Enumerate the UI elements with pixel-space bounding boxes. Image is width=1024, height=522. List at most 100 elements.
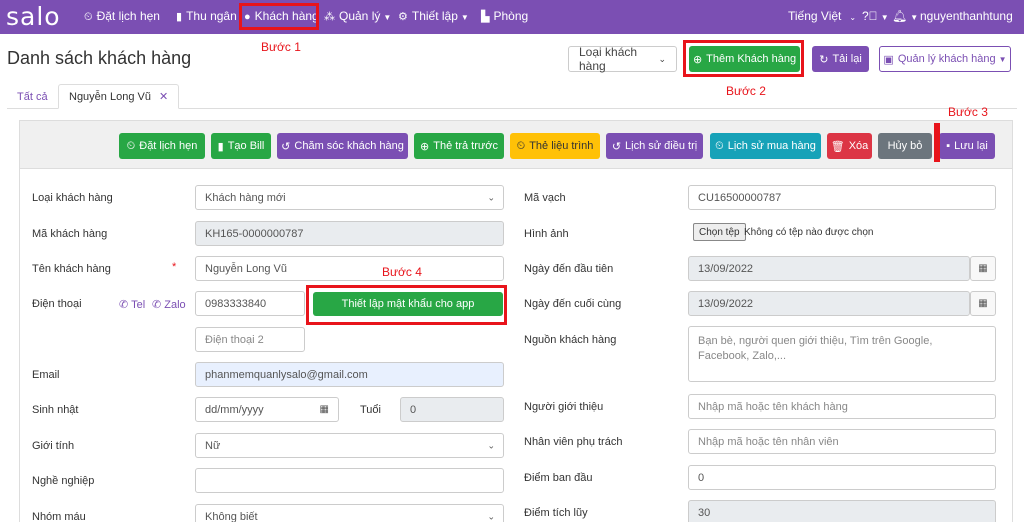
nav-label: Phòng: [493, 9, 529, 23]
step1-highlight: [239, 3, 319, 30]
customer-code-label: Mã khách hàng: [32, 228, 108, 240]
tab-label: Nguyễn Long Vũ: [69, 90, 151, 103]
save-button[interactable]: ▪ Lưu lại: [939, 133, 995, 159]
barcode-field[interactable]: CU16500000787: [688, 185, 996, 210]
tel-link[interactable]: ✆ Tel: [119, 298, 145, 311]
age-label: Tuổi: [360, 404, 381, 416]
select-value: Không biết: [205, 510, 258, 522]
tab-all[interactable]: Tất cả: [7, 84, 58, 109]
treatment-history-button[interactable]: ↺ Lịch sử điều trị: [606, 133, 703, 159]
calendar-icon[interactable]: ▦: [320, 404, 329, 415]
calendar-icon[interactable]: ▦: [970, 256, 996, 281]
select-value: Khách hàng mới: [205, 191, 286, 204]
blood-type-select[interactable]: Không biết ⌄: [195, 504, 504, 522]
link-label: Tel: [131, 299, 146, 311]
button-label: Lưu lại: [954, 140, 988, 152]
zalo-link[interactable]: ✆ Zalo: [152, 298, 186, 311]
delete-button[interactable]: 🗑︎ Xóa: [827, 133, 872, 159]
clock-icon: ⏲: [84, 11, 93, 23]
phone2-field[interactable]: Điện thoại 2: [195, 327, 305, 352]
caret-down-icon: ▼: [998, 54, 1007, 64]
nav-rooms[interactable]: ▙ Phòng: [481, 9, 528, 23]
nav-cashier[interactable]: ▮ Thu ngân: [176, 9, 237, 23]
chevron-down-icon: ⌄: [849, 13, 857, 22]
gender-select[interactable]: Nữ ⌄: [195, 433, 504, 458]
clock-icon: ⏲: [516, 139, 526, 152]
question-icon: ?⃝: [862, 9, 878, 23]
button-label: Lịch sử mua hàng: [727, 140, 816, 152]
page-title: Danh sách khách hàng: [7, 48, 192, 68]
create-bill-button[interactable]: ▮ Tạo Bill: [211, 133, 271, 159]
filter-label: Loại khách hàng: [579, 45, 638, 73]
customer-name-label: Tên khách hàng: [32, 263, 111, 275]
book-icon: ▮: [176, 11, 183, 23]
initial-points-field[interactable]: 0: [688, 465, 996, 490]
job-field[interactable]: [195, 468, 504, 493]
language-select[interactable]: Tiếng Việt ⌄: [788, 9, 856, 23]
tab-customer[interactable]: Nguyễn Long Vũ ✕: [58, 84, 180, 109]
button-label: Lịch sử điều trị: [625, 140, 698, 152]
nav-label: Đặt lịch hẹn: [96, 9, 160, 23]
link-label: Zalo: [164, 299, 186, 311]
step2-highlight: [683, 40, 804, 77]
customer-type-select[interactable]: Khách hàng mới ⌄: [195, 185, 504, 210]
manage-customers-dropdown[interactable]: ▣ Quản lý khách hàng ▼: [879, 46, 1011, 72]
customer-care-button[interactable]: ↺ Chăm sóc khách hàng: [277, 133, 408, 159]
salo-logo[interactable]: salo: [6, 2, 61, 31]
customer-name-field[interactable]: Nguyễn Long Vũ: [195, 256, 504, 281]
accumulated-points-field: 30: [688, 500, 996, 522]
choose-file-button[interactable]: Chọn tệp: [693, 223, 746, 241]
referrer-label: Người giới thiệu: [524, 401, 604, 413]
chevron-down-icon: ⌄: [487, 440, 495, 450]
top-navbar: salo ⏲ Đặt lịch hẹn ▮ Thu ngân ● Khách hàng…: [0, 0, 1024, 34]
source-textarea[interactable]: Bạn bè, người quen giới thiệu, Tìm trên …: [688, 326, 996, 382]
reload-button[interactable]: ↻ Tải lại: [812, 46, 869, 72]
trash-icon: 🗑︎: [830, 140, 845, 153]
caret-down-icon: ▼: [383, 13, 392, 22]
calendar-icon[interactable]: ▦: [970, 291, 996, 316]
save-icon: ▪: [946, 140, 951, 152]
image-label: Hình ảnh: [524, 228, 569, 240]
step3-label: Bước 3: [948, 105, 988, 119]
referrer-field[interactable]: Nhập mã hoặc tên khách hàng: [688, 394, 996, 419]
language-label: Tiếng Việt: [788, 9, 842, 23]
reload-icon: ↻: [819, 53, 829, 66]
button-label: Đặt lịch hẹn: [139, 140, 198, 152]
nav-label: Quản lý: [339, 9, 381, 23]
button-label: Thẻ trả trước: [433, 140, 498, 152]
purchase-history-button[interactable]: ⏲ Lịch sử mua hàng: [710, 133, 821, 159]
treatment-card-button[interactable]: ⏲ Thẻ liệu trình: [510, 133, 600, 159]
button-label: Tải lại: [832, 53, 862, 65]
first-visit-field: 13/09/2022: [688, 256, 970, 281]
nav-appointments[interactable]: ⏲ Đặt lịch hẹn: [84, 9, 160, 24]
birthday-field[interactable]: dd/mm/yyyy ▦: [195, 397, 339, 422]
clock-icon: ⏲: [715, 139, 724, 152]
prepaid-card-button[interactable]: ⊕ Thẻ trả trước: [414, 133, 504, 159]
nav-settings[interactable]: ⚙ Thiết lập ▼: [398, 9, 469, 23]
phone-field[interactable]: 0983333840: [195, 291, 305, 316]
customer-type-label: Loại khách hàng: [32, 192, 113, 204]
notification-menu[interactable]: 🔔︎ ▼: [892, 9, 918, 23]
customer-type-filter[interactable]: Loại khách hàng ⌄: [568, 45, 677, 73]
cancel-button[interactable]: Hủy bỏ: [878, 133, 932, 159]
birthday-label: Sinh nhật: [32, 404, 79, 416]
cubes-icon: ⁂: [324, 11, 335, 23]
close-icon[interactable]: ✕: [159, 90, 168, 103]
phone-label: Điện thoại: [32, 298, 82, 310]
user-menu[interactable]: nguyenthanhtung: [920, 9, 1013, 23]
age-field: 0: [400, 397, 504, 422]
email-field[interactable]: phanmemquanlysalo@gmail.com: [195, 362, 504, 387]
nav-management[interactable]: ⁂ Quản lý ▼: [324, 9, 391, 23]
staff-field[interactable]: Nhập mã hoặc tên nhân viên: [688, 429, 996, 454]
button-label: Tạo Bill: [227, 140, 265, 152]
book-appointment-button[interactable]: ⏲ Đặt lịch hẹn: [119, 133, 205, 159]
caret-down-icon: ▼: [880, 13, 889, 22]
help-menu[interactable]: ?⃝ ▼: [862, 9, 889, 23]
first-visit-label: Ngày đến đầu tiên: [524, 263, 614, 275]
chevron-down-icon: ⌄: [487, 192, 495, 202]
step1-label: Bước 1: [261, 40, 301, 54]
step4-label: Bước 4: [382, 265, 422, 279]
source-label: Nguồn khách hàng: [524, 334, 617, 346]
staff-label: Nhân viên phụ trách: [524, 436, 623, 448]
button-label: Thẻ liệu trình: [529, 140, 594, 152]
